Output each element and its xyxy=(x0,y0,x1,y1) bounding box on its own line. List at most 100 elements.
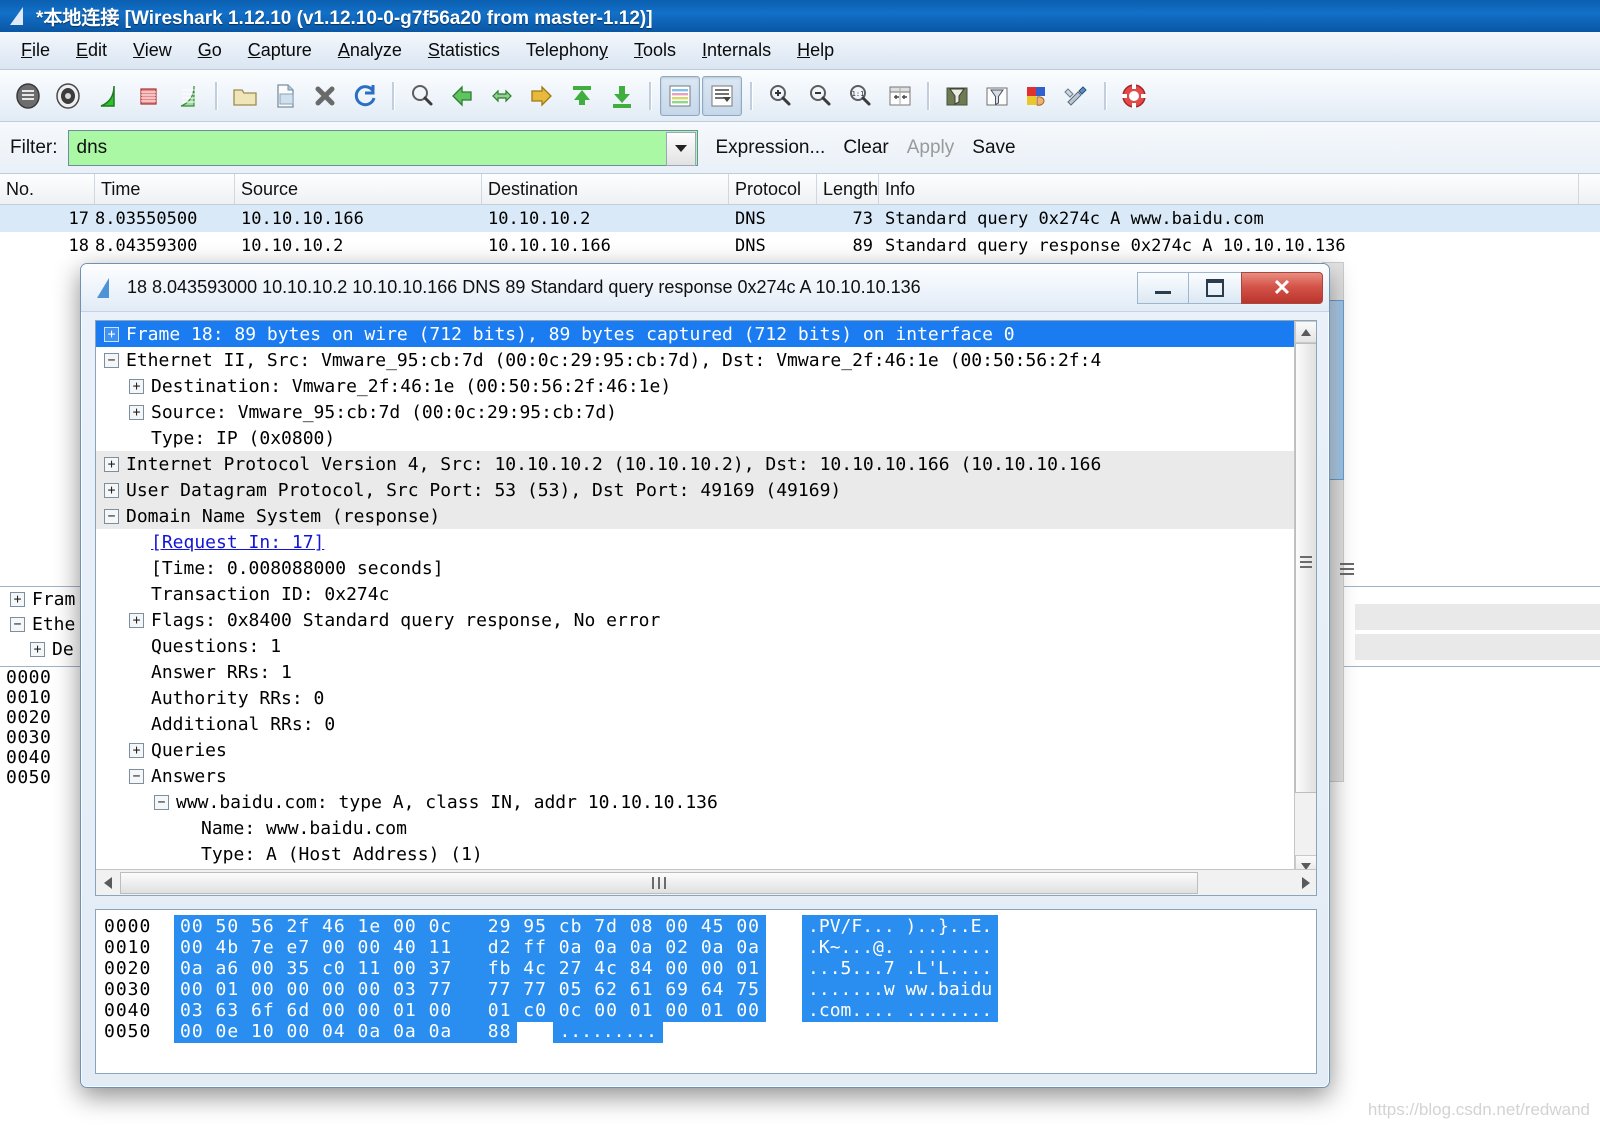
close-button[interactable]: ✕ xyxy=(1241,271,1323,304)
resize-columns-icon[interactable] xyxy=(881,77,919,115)
interfaces-icon[interactable] xyxy=(9,77,47,115)
start-capture-icon[interactable] xyxy=(89,77,127,115)
stop-capture-icon[interactable] xyxy=(129,77,167,115)
column-header-destination[interactable]: Destination xyxy=(482,174,729,204)
open-file-icon[interactable] xyxy=(226,77,264,115)
detail-tree-row[interactable]: + Queries xyxy=(96,737,1296,763)
column-header-time[interactable]: Time xyxy=(95,174,235,204)
find-packet-icon[interactable] xyxy=(403,77,441,115)
detail-tree-row[interactable]: Type: A (Host Address) (1) xyxy=(96,841,1296,867)
restart-capture-icon[interactable] xyxy=(169,77,207,115)
hex-dump-row[interactable]: 0030 00 01 00 00 00 00 03 77 77 77 05 62 … xyxy=(96,978,1316,1001)
tree-collapse-icon[interactable]: − xyxy=(104,352,119,368)
hex-dump-row[interactable]: 0050 00 0e 10 00 04 0a 0a 0a 88......... xyxy=(96,1020,1316,1043)
tree-expand-icon[interactable]: + xyxy=(129,742,144,758)
menu-item-capture[interactable]: Capture xyxy=(235,36,325,65)
packet-list-rows[interactable]: 17 8.03550500 10.10.10.166 10.10.10.2 DNS 73 S… xyxy=(0,205,1600,259)
scroll-right-button[interactable] xyxy=(1294,871,1316,895)
detail-tree-row[interactable]: − Domain Name System (response) xyxy=(96,503,1296,529)
dialog-hex-dump-panel[interactable]: 0000 00 50 56 2f 46 1e 00 0c 29 95 cb 7d … xyxy=(95,909,1317,1074)
menu-item-help[interactable]: Help xyxy=(784,36,847,65)
tree-expand-icon[interactable]: + xyxy=(104,326,119,342)
reload-icon[interactable] xyxy=(346,77,384,115)
detail-tree-row[interactable]: + Destination: Vmware_2f:46:1e (00:50:56:… xyxy=(96,373,1296,399)
hex-dump-row[interactable]: 0000 00 50 56 2f 46 1e 00 0c 29 95 cb 7d … xyxy=(96,915,1316,938)
filter-apply-button[interactable]: Apply xyxy=(907,137,955,159)
filter-input-wrap[interactable]: dns xyxy=(67,129,698,166)
tree-toggle-icon[interactable]: − xyxy=(10,617,25,632)
detail-tree-row[interactable]: − www.baidu.com: type A, class IN, addr 1… xyxy=(96,789,1296,815)
tree-expand-icon[interactable]: + xyxy=(129,404,144,420)
hex-dump-row[interactable]: 0040 03 63 6f 6d 00 00 01 00 01 c0 0c 00 … xyxy=(96,999,1316,1022)
detail-tree-row[interactable]: − Answers xyxy=(96,763,1296,789)
detail-tree-row[interactable]: Questions: 1 xyxy=(96,633,1296,659)
menu-item-tools[interactable]: Tools xyxy=(621,36,689,65)
hex-dump-row[interactable]: 0010 00 4b 7e e7 00 00 40 11 d2 ff 0a 0a … xyxy=(96,936,1316,959)
tree-expand-icon[interactable]: + xyxy=(129,612,144,628)
tree-expand-icon[interactable]: + xyxy=(104,482,119,498)
hex-dump-row[interactable]: 0020 0a a6 00 35 c0 11 00 37 fb 4c 27 4c … xyxy=(96,957,1316,980)
dialog-detail-tree[interactable]: + Frame 18: 89 bytes on wire (712 bits), … xyxy=(96,321,1296,877)
menu-item-edit[interactable]: Edit xyxy=(63,36,120,65)
packet-list-header[interactable]: No. Time Source Destination Protocol Length In… xyxy=(0,174,1600,205)
detail-tree-row[interactable]: + Frame 18: 89 bytes on wire (712 bits), … xyxy=(96,321,1296,347)
scroll-up-button[interactable] xyxy=(1295,321,1316,343)
filter-expression-button[interactable]: Expression... xyxy=(716,137,826,159)
maximize-button[interactable] xyxy=(1189,271,1241,304)
filter-clear-button[interactable]: Clear xyxy=(843,137,888,159)
scroll-left-button[interactable] xyxy=(96,871,120,895)
packet-row[interactable]: 18 8.04359300 10.10.10.2 10.10.10.166 DNS 89 S… xyxy=(0,232,1600,259)
detail-tree-row[interactable]: Answer RRs: 1 xyxy=(96,659,1296,685)
detail-tree-row[interactable]: Authority RRs: 0 xyxy=(96,685,1296,711)
capture-filters-icon[interactable] xyxy=(938,77,976,115)
zoom-in-icon[interactable] xyxy=(761,77,799,115)
go-back-icon[interactable] xyxy=(443,77,481,115)
menu-item-internals[interactable]: Internals xyxy=(689,36,784,65)
display-filters-icon[interactable] xyxy=(978,77,1016,115)
go-forward-icon[interactable] xyxy=(483,77,521,115)
dialog-titlebar[interactable]: 18 8.043593000 10.10.10.2 10.10.10.166 D… xyxy=(81,264,1329,312)
dialog-detail-tree-panel[interactable]: + Frame 18: 89 bytes on wire (712 bits), … xyxy=(95,320,1317,896)
tree-expand-icon[interactable]: + xyxy=(129,378,144,394)
detail-tree-row[interactable]: + Internet Protocol Version 4, Src: 10.10… xyxy=(96,451,1296,477)
column-header-length[interactable]: Length xyxy=(817,174,879,204)
tree-hscrollbar-thumb[interactable] xyxy=(120,871,1198,894)
column-header-info[interactable]: Info xyxy=(879,174,1579,204)
detail-tree-row[interactable]: [Time: 0.008088000 seconds] xyxy=(96,555,1296,581)
column-header-protocol[interactable]: Protocol xyxy=(729,174,817,204)
tree-collapse-icon[interactable]: − xyxy=(104,508,119,524)
help-contents-icon[interactable] xyxy=(1115,77,1153,115)
pane-resize-grip[interactable] xyxy=(1340,560,1358,590)
coloring-rules-icon[interactable] xyxy=(1018,77,1056,115)
detail-tree-row[interactable]: Type: IP (0x0800) xyxy=(96,425,1296,451)
column-header-source[interactable]: Source xyxy=(235,174,482,204)
auto-scroll-icon[interactable] xyxy=(702,75,742,116)
detail-tree-row[interactable]: + User Datagram Protocol, Src Port: 53 (5… xyxy=(96,477,1296,503)
packet-row[interactable]: 17 8.03550500 10.10.10.166 10.10.10.2 DNS 73 S… xyxy=(0,205,1600,232)
menu-item-telephony[interactable]: Telephony xyxy=(513,36,621,65)
detail-tree-row[interactable]: − Ethernet II, Src: Vmware_95:cb:7d (00:0… xyxy=(96,347,1296,373)
packet-list-pane[interactable]: No. Time Source Destination Protocol Length In… xyxy=(0,174,1600,262)
zoom-normal-icon[interactable]: 1:1 xyxy=(841,77,879,115)
tree-toggle-icon[interactable]: + xyxy=(30,642,45,657)
go-to-packet-icon[interactable] xyxy=(523,77,561,115)
tree-collapse-icon[interactable]: − xyxy=(154,794,169,810)
filter-input[interactable]: dns xyxy=(77,137,108,159)
menu-item-view[interactable]: View xyxy=(120,36,185,65)
colorize-icon[interactable] xyxy=(660,75,700,116)
detail-tree-row[interactable]: + Flags: 0x8400 Standard query response, … xyxy=(96,607,1296,633)
tree-vertical-scrollbar[interactable] xyxy=(1294,321,1316,877)
menu-item-statistics[interactable]: Statistics xyxy=(415,36,513,65)
save-file-icon[interactable] xyxy=(266,77,304,115)
detail-tree-row[interactable]: + Source: Vmware_95:cb:7d (00:0c:29:95:cb… xyxy=(96,399,1296,425)
menu-item-go[interactable]: Go xyxy=(185,36,235,65)
detail-tree-row[interactable]: Name: www.baidu.com xyxy=(96,815,1296,841)
go-first-packet-icon[interactable] xyxy=(563,77,601,115)
close-file-icon[interactable] xyxy=(306,77,344,115)
tree-expand-icon[interactable]: + xyxy=(104,456,119,472)
tree-toggle-icon[interactable]: + xyxy=(10,592,25,607)
capture-options-icon[interactable] xyxy=(49,77,87,115)
menu-item-analyze[interactable]: Analyze xyxy=(325,36,415,65)
go-last-packet-icon[interactable] xyxy=(603,77,641,115)
menu-item-file[interactable]: File xyxy=(8,36,63,65)
